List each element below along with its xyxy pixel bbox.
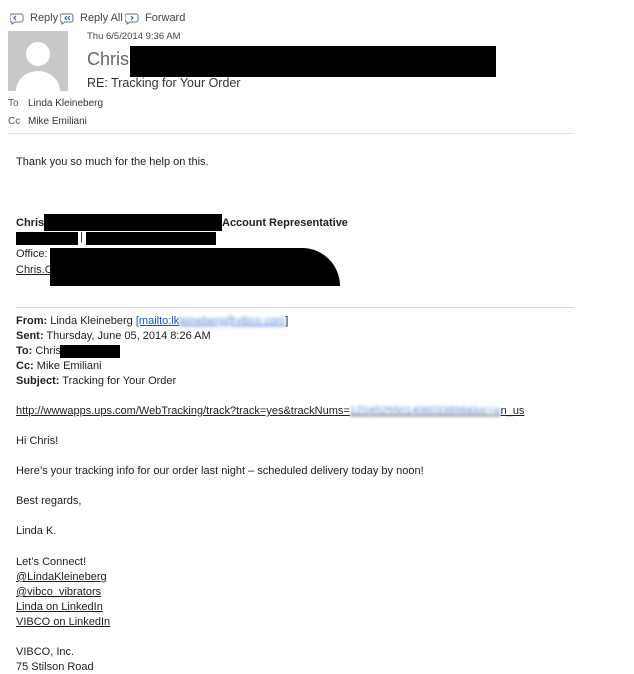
redaction-signature-name	[44, 214, 222, 231]
to-recipient[interactable]: Linda Kleineberg	[28, 98, 103, 109]
twitter-link-linda[interactable]: @LindaKleineberg	[16, 571, 107, 583]
quoted-subject-value: Tracking for Your Order	[62, 375, 177, 387]
sender-name: Chris	[87, 49, 130, 69]
quoted-to-label: To:	[16, 345, 33, 357]
redaction-line-1a	[16, 232, 78, 245]
linkedin-link-linda[interactable]: Linda on LinkedIn	[16, 601, 103, 613]
redaction-contact-block	[50, 248, 340, 286]
cc-recipient[interactable]: Mike Emiliani	[28, 116, 87, 127]
message-date: Thu 6/5/2014 9:36 AM	[87, 31, 181, 42]
forward-button[interactable]: Forward	[125, 9, 185, 27]
from-label: From:	[16, 315, 48, 327]
signoff: Linda K.	[16, 525, 57, 537]
quoted-subject-line: Subject: Tracking for Your Order	[16, 375, 176, 387]
forward-label: Forward	[145, 12, 186, 24]
signature-name: Chris	[16, 217, 45, 229]
company-address: 75 Stilson Road	[16, 661, 94, 673]
separator-bar: |	[80, 231, 83, 243]
linkedin-link-vibco[interactable]: VIBCO on LinkedIn	[16, 616, 110, 628]
person-icon	[16, 42, 60, 91]
sent-value: Thursday, June 05, 2014 8:26 AM	[46, 330, 211, 342]
quoted-subject-label: Subject:	[16, 375, 60, 387]
closing: Best regards,	[16, 495, 82, 507]
reply-all-button[interactable]: Reply All	[60, 9, 123, 27]
quoted-cc-label: Cc:	[16, 360, 34, 372]
signature-email-link[interactable]: Chris.C	[16, 264, 53, 276]
message-subject: RE: Tracking for Your Order	[87, 76, 241, 90]
redaction-quoted-to	[60, 345, 120, 358]
quoted-cc-value: Mike Emiliani	[36, 360, 102, 372]
forward-icon	[125, 13, 139, 25]
quoted-to-line: To: Chris	[16, 345, 61, 357]
redaction-line-1b	[86, 232, 216, 245]
quoted-sent-line: Sent: Thursday, June 05, 2014 8:26 AM	[16, 330, 211, 342]
message-body: Here’s your tracking info for our order …	[16, 465, 424, 477]
header-divider	[8, 133, 574, 134]
connect-heading: Let’s Connect!	[16, 556, 87, 568]
twitter-link-vibco[interactable]: @vibco_vibrators	[16, 586, 101, 598]
cc-label: Cc	[8, 116, 21, 127]
to-label: To	[8, 98, 19, 109]
reply-message: Thank you so much for the help on this.	[16, 156, 209, 168]
from-value: Linda Kleineberg	[50, 315, 133, 327]
company-name: VIBCO, Inc.	[16, 646, 75, 658]
reply-icon	[10, 13, 24, 25]
reply-label: Reply	[30, 12, 59, 24]
signature-title: Account Representative	[222, 217, 348, 229]
office-label: Office:	[16, 248, 48, 260]
reply-all-label: Reply All	[80, 12, 123, 24]
avatar	[8, 31, 68, 91]
redaction-sender	[130, 46, 496, 77]
quoted-cc-line: Cc: Mike Emiliani	[16, 360, 102, 372]
quoted-from-line: From: Linda Kleineberg [mailto:lkleinebe…	[16, 315, 289, 327]
greeting: Hi Chris!	[16, 435, 59, 447]
quoted-to-value: Chris	[35, 345, 62, 357]
tracking-link[interactable]: http://wwwapps.ups.com/WebTracking/track…	[16, 405, 524, 417]
mailto-link[interactable]: [mailto:lkleineberg@vibco.com	[136, 315, 285, 327]
sent-label: Sent:	[16, 330, 44, 342]
reply-all-icon	[60, 13, 74, 25]
quote-divider	[16, 307, 574, 308]
reply-button[interactable]: Reply	[10, 9, 58, 27]
